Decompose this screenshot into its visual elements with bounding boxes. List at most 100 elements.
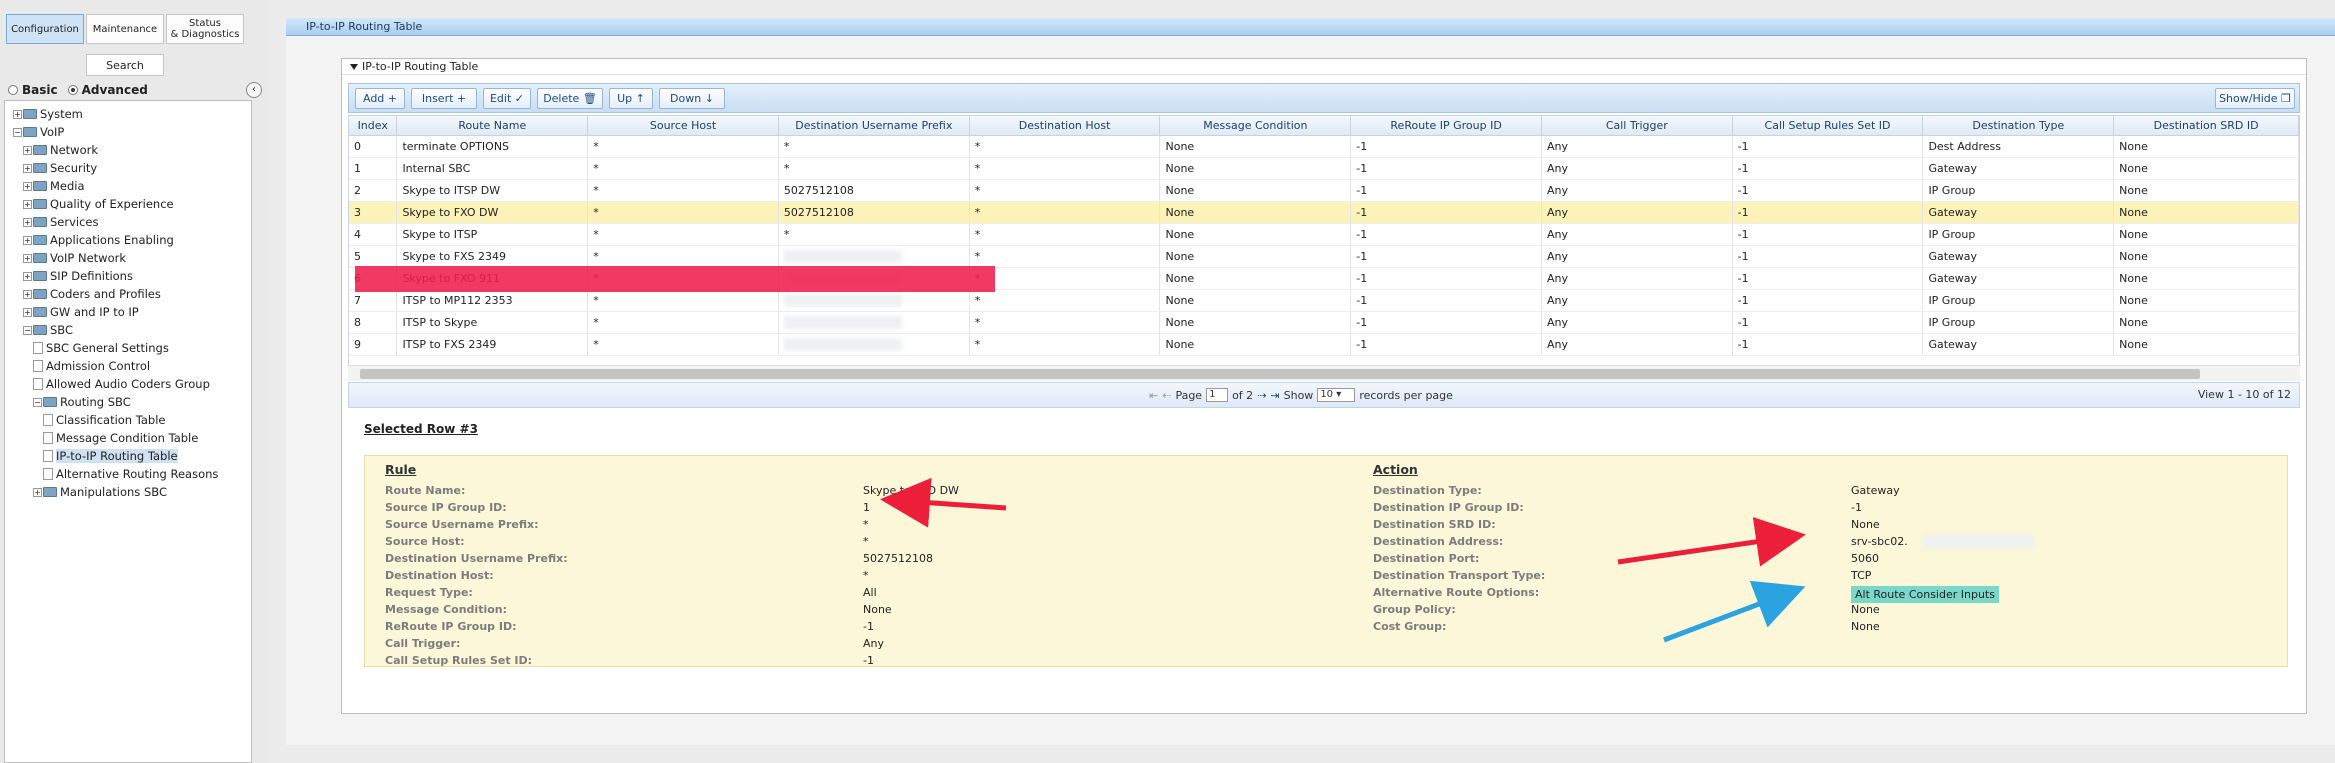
tab-configuration[interactable]: Configuration xyxy=(6,14,84,44)
scrollbar-thumb[interactable] xyxy=(360,369,2200,379)
basic-radio[interactable] xyxy=(8,85,18,95)
first-page-icon[interactable]: ⇤ xyxy=(1149,389,1158,402)
tree-item[interactable]: + GW and IP to IP xyxy=(5,303,251,321)
table-cell: 3 xyxy=(349,201,398,224)
collapse-icon[interactable]: − xyxy=(33,397,42,407)
horizontal-scrollbar[interactable] xyxy=(348,365,2300,381)
expand-icon[interactable]: + xyxy=(23,199,32,209)
tree-item[interactable]: SBC General Settings xyxy=(5,339,251,357)
expand-icon[interactable]: + xyxy=(23,307,32,317)
table-cell: Any xyxy=(1541,311,1733,334)
tree-item[interactable]: + Network xyxy=(5,141,251,159)
tab-maintenance[interactable]: Maintenance xyxy=(86,14,164,44)
column-header[interactable]: Call Trigger xyxy=(1541,116,1733,136)
expand-icon[interactable]: + xyxy=(23,145,32,155)
folder-icon xyxy=(43,487,57,497)
expand-icon[interactable]: + xyxy=(33,487,42,497)
table-row[interactable]: 7ITSP to MP112 2353*▒▒▒▒▒▒▒▒▒▒▒▒▒▒*None-… xyxy=(349,289,2299,312)
tree-item[interactable]: IP-to-IP Routing Table xyxy=(5,447,251,465)
records-per-page-select[interactable]: 10 ▾ xyxy=(1317,388,1356,402)
tree-item[interactable]: + Media xyxy=(5,177,251,195)
expand-icon[interactable]: + xyxy=(23,181,32,191)
expand-icon[interactable]: + xyxy=(13,109,22,119)
table-row[interactable]: 2 Skype to ITSP DW * 5027512108 * None -1 Any -1… xyxy=(349,179,2299,202)
down-button[interactable]: Down ↓ xyxy=(659,88,725,109)
tree-item[interactable]: − SBC xyxy=(5,321,251,339)
tree-item[interactable]: Admission Control xyxy=(5,357,251,375)
edit-button[interactable]: Edit ✓ xyxy=(483,88,531,109)
tree-item[interactable]: + Coders and Profiles xyxy=(5,285,251,303)
card-header[interactable]: IP-to-IP Routing Table xyxy=(342,59,2306,75)
expand-icon[interactable]: + xyxy=(23,271,32,281)
advanced-radio[interactable] xyxy=(67,85,78,95)
table-cell: * xyxy=(587,157,779,180)
table-cell: * xyxy=(969,289,1161,312)
column-header[interactable]: Destination SRD ID xyxy=(2113,116,2299,136)
column-header[interactable]: Source Host xyxy=(587,116,779,136)
table-cell: ▒▒▒▒▒▒▒▒▒▒▒▒▒▒ xyxy=(778,333,970,356)
table-cell: * xyxy=(969,179,1161,202)
last-page-icon[interactable]: ⇥ xyxy=(1270,389,1279,402)
table-row[interactable]: 9ITSP to FXS 2349*▒▒▒▒▒▒▒▒▒▒▒▒▒▒*None-1A… xyxy=(349,333,2299,356)
up-button[interactable]: Up ↑ xyxy=(609,88,653,109)
tree-item[interactable]: Alternative Routing Reasons xyxy=(5,465,251,483)
tree-item[interactable]: + Quality of Experience xyxy=(5,195,251,213)
table-row[interactable]: 4 Skype to ITSP * * * None -1 Any -1 IP Group None xyxy=(349,223,2299,246)
expand-icon[interactable]: + xyxy=(23,253,32,263)
next-page-icon[interactable]: ⇢ xyxy=(1257,389,1266,402)
tree-item[interactable]: + Applications Enabling xyxy=(5,231,251,249)
column-header[interactable]: Destination Username Prefix xyxy=(778,116,970,136)
tree-item[interactable]: − VoIP xyxy=(5,123,251,141)
column-header[interactable]: Call Setup Rules Set ID xyxy=(1732,116,1924,136)
column-header[interactable]: Route Name xyxy=(396,116,589,136)
table-row[interactable]: 0 terminate OPTIONS * * * None -1 Any -1 Dest Add… xyxy=(349,135,2299,158)
tab-status-diagnostics[interactable]: Status & Diagnostics xyxy=(166,14,244,44)
tree-item[interactable]: + System xyxy=(5,105,251,123)
collapse-icon[interactable]: − xyxy=(23,325,32,335)
expand-icon[interactable]: + xyxy=(23,163,32,173)
column-header[interactable]: Destination Host xyxy=(969,116,1161,136)
table-cell: None xyxy=(2113,201,2299,224)
table-row[interactable]: 8ITSP to Skype*▒▒▒▒▒▒▒▒▒▒▒▒▒▒*None-1Any-… xyxy=(349,311,2299,334)
table-cell: -1 xyxy=(1732,179,1924,202)
column-header[interactable]: ReRoute IP Group ID xyxy=(1350,116,1542,136)
column-header[interactable]: Destination Type xyxy=(1922,116,2115,136)
expand-icon[interactable]: + xyxy=(23,235,32,245)
tree-item[interactable]: + Manipulations SBC xyxy=(5,483,251,501)
tree-item[interactable]: + VoIP Network xyxy=(5,249,251,267)
table-cell: * xyxy=(587,223,779,246)
column-header[interactable]: Message Condition xyxy=(1159,116,1352,136)
tree-item[interactable]: + Security xyxy=(5,159,251,177)
folder-icon xyxy=(33,163,47,173)
expand-icon[interactable]: + xyxy=(23,289,32,299)
table-cell: Gateway xyxy=(1922,245,2115,268)
page-input[interactable]: 1 xyxy=(1206,388,1229,402)
delete-button[interactable]: Delete 🗑 xyxy=(537,88,603,109)
table-toolbar: Add + Insert + Edit ✓ Delete 🗑 Up ↑ Down… xyxy=(348,83,2300,113)
collapse-triangle-icon[interactable] xyxy=(350,64,358,70)
tree-item[interactable]: + SIP Definitions xyxy=(5,267,251,285)
collapse-icon[interactable]: − xyxy=(13,127,22,137)
add-button[interactable]: Add + xyxy=(355,88,405,109)
expand-icon[interactable]: + xyxy=(23,217,32,227)
table-row[interactable]: 5Skype to FXS 2349*▒▒▒▒▒▒▒▒▒▒▒▒▒▒*None-1… xyxy=(349,245,2299,268)
table-cell: Skype to ITSP DW xyxy=(396,179,589,202)
table-row[interactable]: 1 Internal SBC * * * None -1 Any -1 Gateway None xyxy=(349,157,2299,180)
collapse-nav-button[interactable]: ‹ xyxy=(246,82,262,98)
tree-item[interactable]: Message Condition Table xyxy=(5,429,251,447)
tree-item[interactable]: Classification Table xyxy=(5,411,251,429)
prev-page-icon[interactable]: ⇠ xyxy=(1162,389,1171,402)
redacted-value: ▒▒▒▒▒▒▒▒▒▒▒▒▒▒ xyxy=(783,337,903,351)
show-hide-button[interactable]: Show/Hide ❐ xyxy=(2215,88,2295,109)
insert-button[interactable]: Insert + xyxy=(411,88,477,109)
table-row[interactable]: 3 Skype to FXO DW * 5027512108 * None -1 Any -1 G… xyxy=(349,201,2299,224)
table-cell: ▒▒▒▒▒▒▒▒▒▒▒▒▒▒ xyxy=(778,289,970,312)
tree-item[interactable]: − Routing SBC xyxy=(5,393,251,411)
tree-item-label: Allowed Audio Coders Group xyxy=(46,377,210,391)
table-cell: -1 xyxy=(1350,201,1542,224)
column-header[interactable]: Index xyxy=(349,116,398,136)
tree-item[interactable]: Allowed Audio Coders Group xyxy=(5,375,251,393)
search-button[interactable]: Search xyxy=(86,54,164,76)
tree-item[interactable]: + Services xyxy=(5,213,251,231)
routing-table: Index Route Name Source Host Destination Us… xyxy=(349,116,2299,356)
